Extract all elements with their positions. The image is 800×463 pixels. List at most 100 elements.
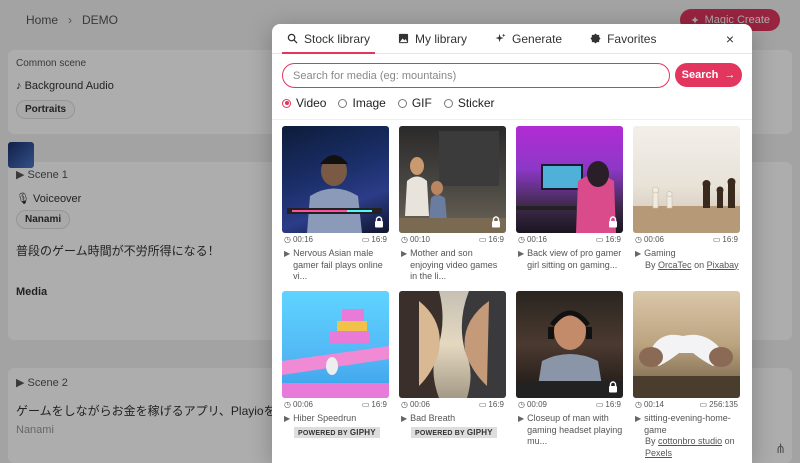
media-attribution: By cottonbro studio on Pexels <box>633 436 740 459</box>
attribution-by: By <box>645 436 656 446</box>
media-card[interactable]: ◷ 00:06 ▭ 16:9 ▶ Hiber Speedrun POWERED BY … <box>282 291 389 447</box>
clock-icon: ◷ <box>401 235 408 244</box>
radio-label: Sticker <box>457 96 495 110</box>
video-icon: ▶ <box>518 249 525 258</box>
lock-icon <box>492 216 500 228</box>
clock-icon: ◷ <box>518 400 525 409</box>
media-title: Closeup of man with gaming headset playi… <box>527 413 623 446</box>
duration-value: 00:06 <box>292 400 314 409</box>
author-link[interactable]: OrcaTec <box>658 260 692 270</box>
tab-label: Generate <box>512 31 563 46</box>
media-card[interactable]: ◷ 00:10 ▭ 16:9 ▶ Mother and son enjoying vi… <box>399 126 506 282</box>
lock-icon <box>609 381 617 393</box>
duration: ◷ 00:06 <box>635 235 664 244</box>
media-attribution: By OrcaTec on Pixabay <box>633 260 740 272</box>
duration: ◷ 00:09 <box>518 400 547 409</box>
duration-value: 00:16 <box>292 235 314 244</box>
attribution-on: on <box>724 436 735 446</box>
search-button[interactable]: Search → <box>675 63 742 87</box>
badge-icon <box>590 33 601 44</box>
tab-label: Favorites <box>607 31 657 46</box>
media-card[interactable]: ◷ 00:14 ▭ 256:135 ▶ sitting-evening-home-ga… <box>633 291 740 458</box>
radio-sticker[interactable]: Sticker <box>443 96 495 110</box>
clock-icon: ◷ <box>284 400 291 409</box>
tab-favorites[interactable]: Favorites <box>581 24 665 53</box>
media-preview[interactable] <box>282 291 389 398</box>
aspect-ratio-icon: ▭ <box>699 400 708 409</box>
lock-icon <box>609 216 617 228</box>
video-icon: ▶ <box>401 414 408 423</box>
radio-label: Image <box>352 96 386 110</box>
media-title: Bad Breath <box>410 413 456 423</box>
radio-button[interactable] <box>443 98 453 108</box>
search-button-label: Search <box>681 69 719 81</box>
media-meta: ◷ 00:06 ▭ 16:9 <box>282 400 389 409</box>
media-card[interactable]: ◷ 00:16 ▭ 16:9 ▶ Back view of pro gamer gir… <box>516 126 623 282</box>
ratio-value: 16:9 <box>488 400 504 409</box>
duration: ◷ 00:16 <box>518 235 547 244</box>
aspect-ratio: ▭ 16:9 <box>713 235 738 244</box>
media-caption: ▶ sitting-evening-home-game <box>633 413 740 436</box>
tab-my-library[interactable]: My library <box>389 24 476 53</box>
radio-image[interactable]: Image <box>338 96 386 110</box>
radio-button[interactable] <box>282 98 291 108</box>
radio-gif[interactable]: GIF <box>397 96 432 110</box>
platformer-illustration <box>282 309 389 398</box>
clock-icon: ◷ <box>635 400 642 409</box>
media-preview[interactable] <box>633 291 740 398</box>
duration-value: 00:09 <box>526 400 548 409</box>
video-icon: ▶ <box>635 414 642 423</box>
media-title: Mother and son enjoying video games in t… <box>410 248 498 281</box>
media-meta: ◷ 00:06 ▭ 16:9 <box>633 235 740 244</box>
media-card[interactable]: ◷ 00:16 ▭ 16:9 ▶ Nervous Asian male gamer f… <box>282 126 389 282</box>
media-card[interactable]: ◷ 00:06 ▭ 16:9 ▶ Gaming By OrcaTec on Pixab… <box>633 126 740 282</box>
source-link[interactable]: Pexels <box>645 448 672 458</box>
giphy-badge: POWERED BY GIPHY <box>294 426 380 438</box>
video-icon: ▶ <box>284 249 291 258</box>
duration-value: 00:06 <box>409 400 431 409</box>
radio-button[interactable] <box>397 98 407 108</box>
aspect-ratio-icon: ▭ <box>361 400 370 409</box>
radio-video[interactable]: Video <box>282 96 326 110</box>
clock-icon: ◷ <box>284 235 291 244</box>
media-meta: ◷ 00:16 ▭ 16:9 <box>282 235 389 244</box>
media-card[interactable]: ◷ 00:09 ▭ 16:9 ▶ Closeup of man with gaming… <box>516 291 623 447</box>
giphy-powered-by: POWERED BY <box>415 429 465 437</box>
media-preview[interactable] <box>516 126 623 233</box>
close-button[interactable]: × <box>722 31 738 47</box>
giphy-brand: GIPHY <box>349 427 376 437</box>
search-input[interactable] <box>282 63 670 88</box>
duration: ◷ 00:06 <box>284 400 313 409</box>
source-link[interactable]: Pixabay <box>707 260 739 270</box>
aspect-ratio-icon: ▭ <box>478 235 487 244</box>
media-card[interactable]: ◷ 00:06 ▭ 16:9 ▶ Bad Breath POWERED BY GIPH… <box>399 291 506 447</box>
aspect-ratio-icon: ▭ <box>361 235 370 244</box>
media-caption: ▶ Gaming <box>633 248 740 260</box>
attribution-by: By <box>645 259 656 270</box>
aspect-ratio: ▭ 16:9 <box>596 235 621 244</box>
media-preview[interactable] <box>633 126 740 233</box>
tab-stock-library[interactable]: Stock library <box>278 24 379 54</box>
media-preview[interactable] <box>399 126 506 233</box>
tab-generate[interactable]: Generate <box>486 24 571 53</box>
ratio-value: 16:9 <box>722 235 738 244</box>
radio-button[interactable] <box>338 98 348 108</box>
radio-label: Video <box>296 96 327 110</box>
aspect-ratio: ▭ 16:9 <box>362 235 387 244</box>
media-caption: ▶ Back view of pro gamer girl sitting on … <box>516 248 623 271</box>
duration: ◷ 00:16 <box>284 235 313 244</box>
media-preview[interactable] <box>282 126 389 233</box>
clock-icon: ◷ <box>518 235 525 244</box>
media-meta: ◷ 00:14 ▭ 256:135 <box>633 400 740 409</box>
duration-value: 00:16 <box>526 235 548 244</box>
lock-icon <box>375 216 383 228</box>
giphy-badge: POWERED BY GIPHY <box>411 426 497 438</box>
gamer-scene-illustration <box>287 155 382 233</box>
gamer-girl-illustration <box>516 161 616 233</box>
author-link[interactable]: cottonbro studio <box>658 436 722 446</box>
media-preview[interactable] <box>516 291 623 398</box>
arrow-right-icon: → <box>724 69 736 81</box>
headset-man-illustration <box>516 310 623 398</box>
media-preview[interactable] <box>399 291 506 398</box>
giphy-brand: GIPHY <box>466 427 493 437</box>
